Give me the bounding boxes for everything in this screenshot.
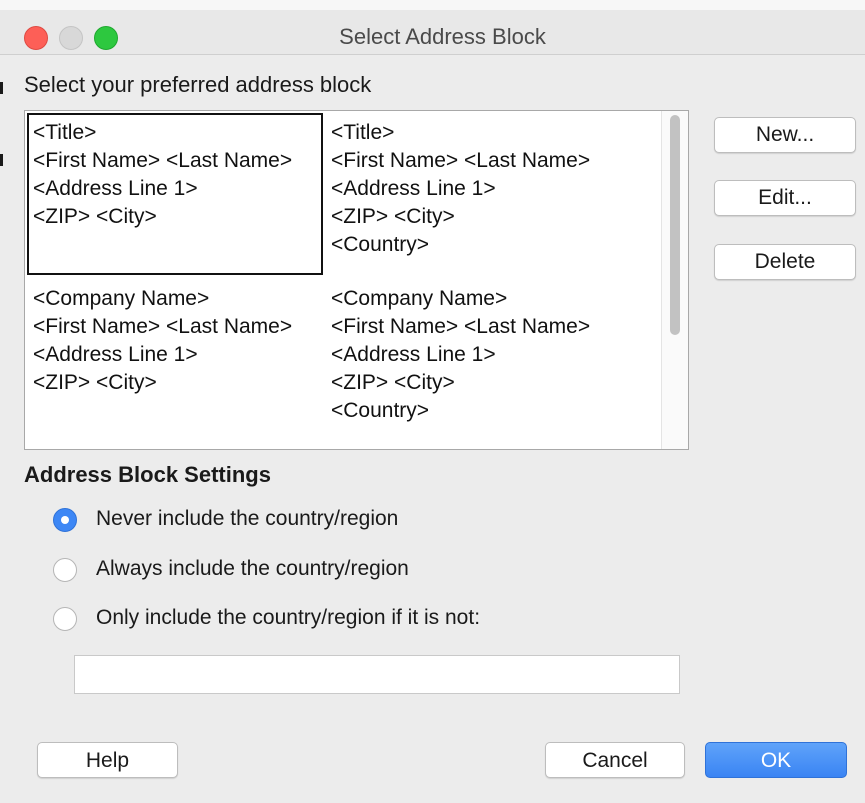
window-title: Select Address Block	[339, 24, 546, 49]
ok-button[interactable]: OK	[705, 742, 847, 778]
address-line: <Address Line 1>	[33, 177, 198, 200]
address-line: <First Name> <Last Name>	[33, 149, 293, 172]
radio-button-selected[interactable]	[53, 508, 77, 532]
address-line: <ZIP> <City>	[331, 371, 455, 394]
help-button[interactable]: Help	[37, 742, 178, 778]
radio-label: Never include the country/region	[96, 507, 399, 530]
address-line: <Title>	[331, 121, 395, 144]
settings-section-title: Address Block Settings	[24, 462, 271, 487]
address-line: <Country>	[331, 399, 430, 422]
vertical-scrollbar[interactable]	[661, 111, 688, 449]
address-line: <Title>	[33, 121, 97, 144]
address-line: <Address Line 1>	[331, 177, 496, 200]
address-block-option-4[interactable]: <Company Name> <First Name> <Last Name> …	[325, 279, 627, 441]
title-bar: Select Address Block	[0, 0, 865, 55]
address-line: <Address Line 1>	[33, 343, 198, 366]
address-line: <Company Name>	[331, 287, 508, 310]
address-block-list[interactable]: <Title> <First Name> <Last Name> <Addres…	[24, 110, 689, 450]
title-bar-top-strip	[0, 0, 865, 10]
country-field[interactable]	[74, 655, 680, 694]
address-line: <Country>	[331, 233, 430, 256]
address-line: <ZIP> <City>	[33, 371, 157, 394]
radio-label: Always include the country/region	[96, 557, 409, 580]
edge-mark	[0, 154, 3, 166]
address-block-option-3[interactable]: <Company Name> <First Name> <Last Name> …	[27, 279, 323, 441]
radio-button[interactable]	[53, 607, 77, 631]
radio-label: Only include the country/region if it is…	[96, 606, 481, 629]
new-button[interactable]: New...	[714, 117, 856, 153]
address-line: <First Name> <Last Name>	[331, 315, 591, 338]
address-line: <Address Line 1>	[331, 343, 496, 366]
address-line: <First Name> <Last Name>	[331, 149, 591, 172]
address-block-option-1[interactable]: <Title> <First Name> <Last Name> <Addres…	[27, 113, 323, 275]
edit-button[interactable]: Edit...	[714, 180, 856, 216]
radio-button[interactable]	[53, 558, 77, 582]
address-line: <ZIP> <City>	[331, 205, 455, 228]
address-block-list-label: Select your preferred address block	[24, 72, 372, 97]
address-line: <Company Name>	[33, 287, 210, 310]
address-block-option-2[interactable]: <Title> <First Name> <Last Name> <Addres…	[325, 113, 627, 275]
address-line: <First Name> <Last Name>	[33, 315, 293, 338]
cancel-button[interactable]: Cancel	[545, 742, 685, 778]
address-line: <ZIP> <City>	[33, 205, 157, 228]
scrollbar-thumb[interactable]	[670, 115, 680, 335]
edge-mark	[0, 82, 3, 94]
delete-button[interactable]: Delete	[714, 244, 856, 280]
